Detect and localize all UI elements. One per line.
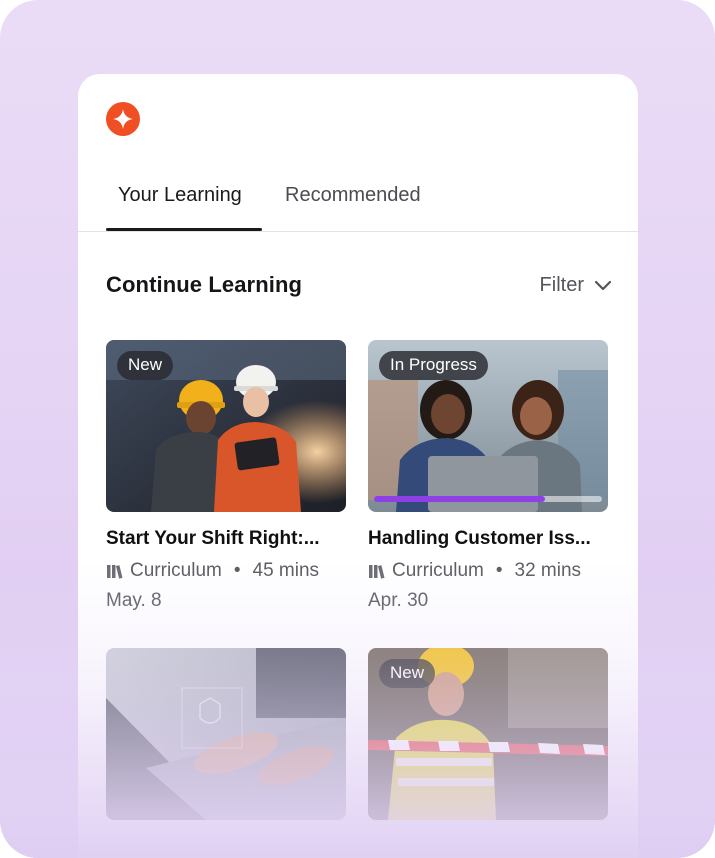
sparkle-logo-icon — [106, 102, 140, 136]
course-thumbnail: In Progress — [368, 340, 608, 512]
course-card[interactable]: New — [368, 648, 608, 820]
section-title: Continue Learning — [106, 272, 303, 297]
course-card[interactable]: In Progress Handling Customer Iss... Cur… — [368, 340, 608, 612]
course-thumbnail: New — [368, 648, 608, 820]
course-meta: Curriculum • 32 mins — [368, 560, 608, 582]
course-type: Curriculum — [392, 560, 484, 581]
course-thumbnail: New — [106, 340, 346, 512]
progress-fill — [374, 496, 545, 502]
library-icon — [107, 565, 123, 579]
course-date: Apr. 30 — [368, 590, 429, 611]
status-badge: New — [117, 351, 174, 380]
course-type: Curriculum — [130, 560, 222, 581]
status-badge: New — [379, 659, 436, 688]
active-tab-indicator — [106, 228, 262, 231]
course-duration: 45 mins — [252, 560, 320, 581]
status-badge: In Progress — [379, 351, 488, 380]
filter-label: Filter — [539, 274, 584, 296]
course-card[interactable] — [106, 648, 346, 820]
app-frame: Your Learning Recommended Continue Learn… — [0, 0, 715, 858]
tab-recommended[interactable]: Recommended — [285, 184, 421, 230]
meta-separator: • — [495, 560, 503, 581]
tab-your-learning[interactable]: Your Learning — [118, 184, 242, 230]
tab-bar: Your Learning Recommended — [78, 174, 638, 232]
course-meta: Curriculum • 45 mins — [106, 560, 346, 582]
library-icon — [369, 565, 385, 579]
course-date: May. 8 — [106, 590, 162, 611]
course-title: Start Your Shift Right:... — [106, 528, 320, 549]
chevron-down-icon — [594, 280, 612, 290]
progress-bar — [374, 496, 602, 502]
filter-button[interactable]: Filter — [540, 274, 612, 297]
learning-card: Your Learning Recommended Continue Learn… — [78, 74, 638, 858]
meta-separator: • — [233, 560, 241, 581]
course-duration: 32 mins — [514, 560, 582, 581]
course-thumbnail — [106, 648, 346, 820]
course-title: Handling Customer Iss... — [368, 528, 591, 549]
course-card[interactable]: New Start Your Shift Right:... Curriculu… — [106, 340, 346, 612]
